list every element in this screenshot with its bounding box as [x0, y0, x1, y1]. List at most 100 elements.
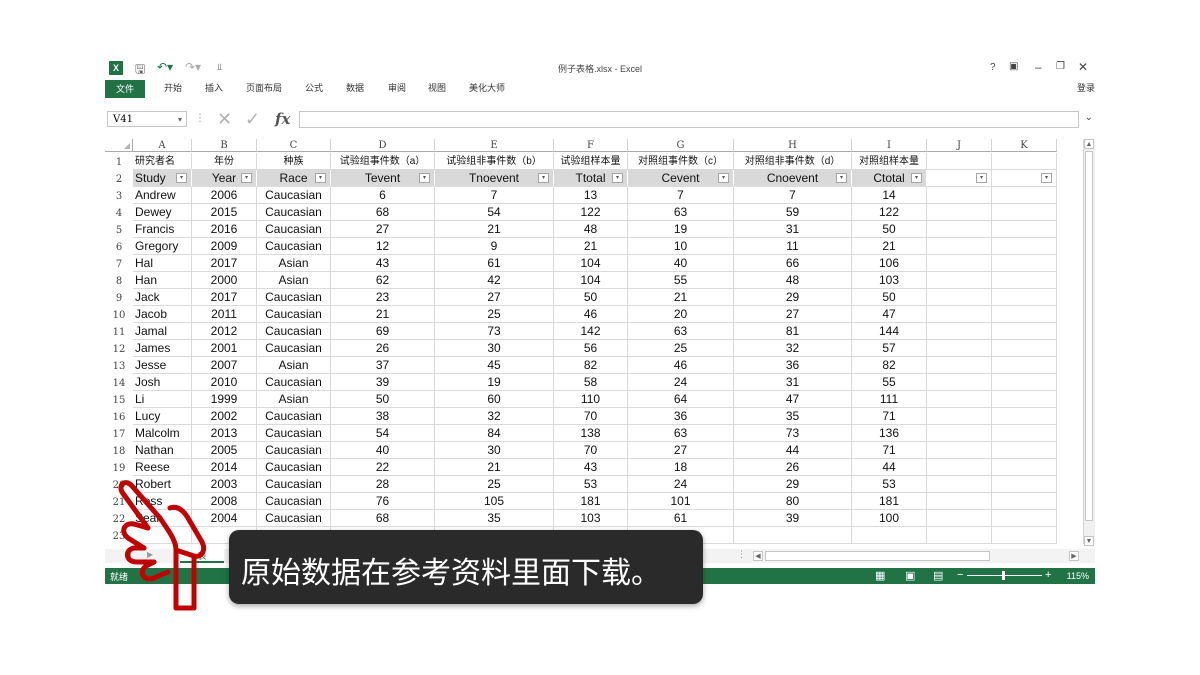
row-header[interactable]: 3 [105, 187, 133, 204]
table-cell[interactable]: 2002 [192, 408, 257, 425]
chevron-down-icon[interactable]: ▾ [178, 112, 182, 128]
table-cell[interactable]: 2006 [192, 187, 257, 204]
cell[interactable] [992, 391, 1057, 408]
table-cell[interactable]: Lucy [133, 408, 192, 425]
table-cell[interactable]: Caucasian [257, 306, 331, 323]
table-cell[interactable]: 45 [435, 357, 554, 374]
table-cell[interactable]: 50 [852, 289, 927, 306]
table-cell[interactable]: 7 [435, 187, 554, 204]
column-header-i[interactable]: I [852, 139, 927, 152]
chinese-header-cell[interactable]: 研究者名 [133, 153, 192, 170]
column-header-h[interactable]: H [734, 139, 852, 152]
table-cell[interactable]: Caucasian [257, 510, 331, 527]
cell[interactable] [992, 306, 1057, 323]
table-cell[interactable]: 66 [734, 255, 852, 272]
row-header[interactable]: 17 [105, 425, 133, 442]
table-cell[interactable]: Han [133, 272, 192, 289]
table-cell[interactable]: Caucasian [257, 323, 331, 340]
table-cell[interactable]: 46 [554, 306, 628, 323]
table-cell[interactable]: 53 [852, 476, 927, 493]
cell[interactable] [927, 442, 992, 459]
table-cell[interactable]: 37 [331, 357, 435, 374]
table-cell[interactable]: 50 [331, 391, 435, 408]
filter-dropdown-icon[interactable]: ▾ [241, 173, 252, 183]
table-cell[interactable]: 73 [734, 425, 852, 442]
table-cell[interactable]: Malcolm [133, 425, 192, 442]
table-cell[interactable]: 2005 [192, 442, 257, 459]
table-cell[interactable]: 25 [435, 306, 554, 323]
table-cell[interactable]: 63 [628, 425, 734, 442]
table-cell[interactable]: 30 [435, 340, 554, 357]
table-cell[interactable]: Nathan [133, 442, 192, 459]
table-header-cell[interactable]: Year ▾ [192, 170, 257, 187]
table-cell[interactable]: 71 [852, 442, 927, 459]
filter-dropdown-icon[interactable]: ▾ [911, 173, 922, 183]
tab-split-icon[interactable]: ⋮ [737, 549, 746, 560]
table-cell[interactable]: 21 [435, 459, 554, 476]
table-cell[interactable]: 100 [852, 510, 927, 527]
table-cell[interactable]: 80 [734, 493, 852, 510]
table-cell[interactable]: Francis [133, 221, 192, 238]
table-cell[interactable]: Jacob [133, 306, 192, 323]
tab-page-layout[interactable]: 页面布局 [246, 81, 282, 94]
table-cell[interactable]: Caucasian [257, 204, 331, 221]
table-cell[interactable]: 30 [435, 442, 554, 459]
table-cell[interactable]: 73 [435, 323, 554, 340]
cell[interactable] [992, 374, 1057, 391]
row-header[interactable]: 6 [105, 238, 133, 255]
table-cell[interactable]: 32 [734, 340, 852, 357]
table-cell[interactable]: 6 [331, 187, 435, 204]
table-cell[interactable]: 29 [734, 476, 852, 493]
cell[interactable] [927, 187, 992, 204]
cell[interactable] [992, 357, 1057, 374]
login-link[interactable]: 登录 [1077, 81, 1095, 94]
table-cell[interactable]: 59 [734, 204, 852, 221]
table-cell[interactable]: 62 [331, 272, 435, 289]
table-cell[interactable]: Caucasian [257, 221, 331, 238]
table-cell[interactable]: 44 [734, 442, 852, 459]
select-all-corner[interactable] [105, 139, 133, 152]
tab-view[interactable]: 视图 [428, 81, 446, 94]
table-cell[interactable]: 48 [554, 221, 628, 238]
table-cell[interactable]: 2012 [192, 323, 257, 340]
table-cell[interactable]: 105 [435, 493, 554, 510]
table-cell[interactable]: 57 [852, 340, 927, 357]
table-cell[interactable]: Andrew [133, 187, 192, 204]
row-header[interactable]: 5 [105, 221, 133, 238]
table-cell[interactable]: 70 [554, 408, 628, 425]
column-header-b[interactable]: B [192, 139, 257, 152]
table-cell[interactable]: 25 [628, 340, 734, 357]
table-cell[interactable]: 2007 [192, 357, 257, 374]
table-header-cell[interactable]: Study ▾ [133, 170, 192, 187]
table-cell[interactable]: 71 [852, 408, 927, 425]
zoom-slider-knob[interactable] [1002, 571, 1005, 580]
table-cell[interactable]: 50 [852, 221, 927, 238]
chinese-header-cell[interactable]: 对照组事件数（c） [628, 153, 734, 170]
cell[interactable] [992, 442, 1057, 459]
chinese-header-cell[interactable]: 种族 [257, 153, 331, 170]
table-cell[interactable]: 20 [628, 306, 734, 323]
table-cell[interactable]: 21 [554, 238, 628, 255]
cell[interactable] [992, 323, 1057, 340]
table-cell[interactable]: 47 [734, 391, 852, 408]
table-header-cell[interactable]: ▾ [992, 170, 1057, 187]
table-cell[interactable]: 103 [554, 510, 628, 527]
table-cell[interactable]: 28 [331, 476, 435, 493]
table-cell[interactable]: 31 [734, 221, 852, 238]
table-cell[interactable]: 82 [852, 357, 927, 374]
table-cell[interactable]: 48 [734, 272, 852, 289]
horizontal-scrollbar[interactable] [765, 551, 990, 561]
table-cell[interactable]: 2017 [192, 255, 257, 272]
table-cell[interactable]: Caucasian [257, 476, 331, 493]
filter-dropdown-icon[interactable]: ▾ [836, 173, 847, 183]
cell[interactable] [927, 272, 992, 289]
table-cell[interactable]: Jamal [133, 323, 192, 340]
table-header-cell[interactable]: Race ▾ [257, 170, 331, 187]
table-cell[interactable]: 58 [554, 374, 628, 391]
table-cell[interactable]: 56 [554, 340, 628, 357]
table-cell[interactable]: 101 [628, 493, 734, 510]
table-cell[interactable]: 21 [331, 306, 435, 323]
cell[interactable] [927, 425, 992, 442]
table-cell[interactable]: 61 [628, 510, 734, 527]
table-cell[interactable]: 50 [554, 289, 628, 306]
